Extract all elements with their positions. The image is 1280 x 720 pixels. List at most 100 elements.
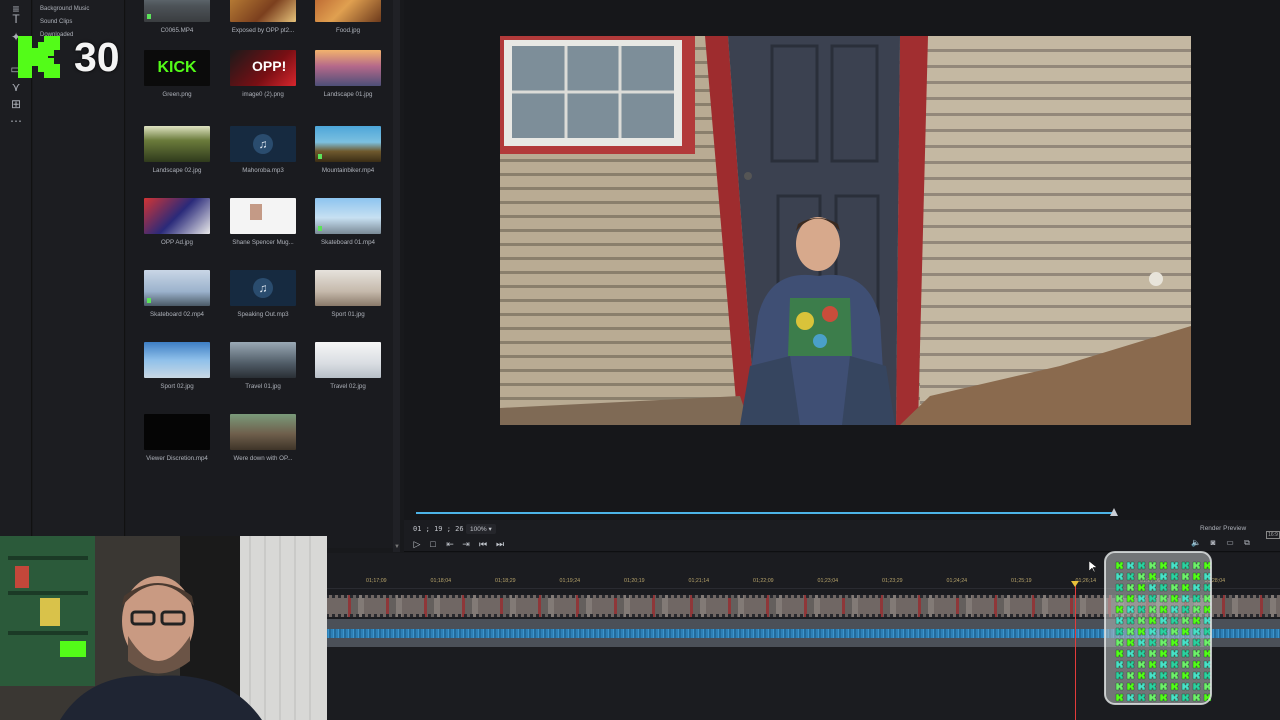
webcam-overlay bbox=[0, 536, 327, 720]
media-item[interactable]: Mountainbiker.mp4 bbox=[315, 126, 381, 174]
media-item-label: Travel 01.jpg bbox=[245, 383, 281, 390]
thumbnail-text: OPP! bbox=[252, 58, 287, 74]
render-preview-button[interactable]: Render Preview bbox=[1200, 525, 1246, 532]
timeline-playhead[interactable] bbox=[1075, 583, 1076, 720]
ruler-tick-label: 01;23;29 bbox=[882, 578, 903, 584]
media-item-label: Speaking Out.mp3 bbox=[237, 311, 289, 318]
media-item-label: Mountainbiker.mp4 bbox=[321, 167, 375, 174]
ruler-tick-label: 01;18;29 bbox=[495, 578, 516, 584]
zoom-select[interactable]: 100% ▾ bbox=[466, 524, 496, 534]
video-badge-icon bbox=[318, 226, 322, 231]
media-item-label: Viewer Discretion.mp4 bbox=[146, 455, 208, 462]
media-item[interactable]: Sport 02.jpg bbox=[144, 342, 210, 390]
media-item[interactable]: C0065.MP4 bbox=[144, 0, 210, 34]
video-badge-icon bbox=[147, 14, 151, 19]
media-item[interactable]: OPP Ad.jpg bbox=[144, 198, 210, 246]
media-item[interactable]: Landscape 02.jpg bbox=[144, 126, 210, 174]
media-item-label: Skateboard 01.mp4 bbox=[320, 239, 375, 246]
media-thumbnail bbox=[144, 0, 210, 22]
media-thumbnail bbox=[315, 342, 381, 378]
kick-count: 30 bbox=[74, 34, 120, 80]
play-button[interactable]: ▷ bbox=[411, 538, 423, 550]
fast-forward-button[interactable]: ⏭ bbox=[494, 538, 506, 550]
media-item[interactable]: Were down with OP... bbox=[230, 414, 296, 462]
playhead-marker-icon[interactable] bbox=[1071, 581, 1079, 587]
video-badge-icon bbox=[318, 154, 322, 159]
ruler-tick-label: 01;19;24 bbox=[559, 578, 581, 584]
media-item[interactable]: Skateboard 02.mp4 bbox=[144, 270, 210, 318]
next-frame-button[interactable]: ⇥ bbox=[460, 538, 472, 550]
media-thumbnail bbox=[144, 414, 210, 450]
ruler-tick-label: 01;20;19 bbox=[624, 578, 645, 584]
kick-jar-overlay bbox=[1104, 551, 1212, 705]
seek-handle[interactable] bbox=[1110, 508, 1118, 516]
transition-room-icon[interactable]: ⋎ bbox=[9, 80, 23, 94]
media-thumbnail bbox=[315, 0, 381, 22]
step-back-button[interactable]: ⏮ bbox=[477, 538, 489, 550]
media-item-label: Landscape 01.jpg bbox=[323, 91, 373, 98]
chevron-down-icon: ▾ bbox=[488, 526, 492, 533]
media-item[interactable]: Skateboard 01.mp4 bbox=[315, 198, 381, 246]
media-item[interactable]: ♫ Mahoroba.mp3 bbox=[230, 126, 296, 174]
media-item-label: Green.png bbox=[162, 91, 192, 98]
media-thumbnail bbox=[315, 270, 381, 306]
media-item[interactable]: Shane Spencer Mug... bbox=[230, 198, 296, 246]
media-item[interactable]: Viewer Discretion.mp4 bbox=[144, 414, 210, 462]
media-thumbnail: KICK bbox=[144, 50, 210, 86]
media-thumbnail bbox=[144, 126, 210, 162]
volume-icon[interactable]: 🔈 bbox=[1190, 538, 1202, 548]
media-thumbnail: ♫ bbox=[230, 270, 296, 306]
undock-icon[interactable]: ⧉ bbox=[1241, 538, 1253, 548]
media-thumbnail bbox=[315, 126, 381, 162]
previous-frame-button[interactable]: ⇤ bbox=[444, 538, 456, 550]
media-item-label: image0 (2).png bbox=[242, 91, 284, 98]
media-thumbnail bbox=[315, 198, 381, 234]
media-thumbnail bbox=[315, 50, 381, 86]
ruler-tick-label: 01;21;14 bbox=[688, 578, 710, 584]
mouse-cursor-icon bbox=[1089, 561, 1097, 573]
kick-logo-icon bbox=[18, 36, 60, 78]
ruler-tick-label: 01;18;04 bbox=[430, 578, 452, 584]
scroll-down-icon[interactable]: ▼ bbox=[394, 544, 400, 550]
preview-video-frame[interactable] bbox=[500, 36, 1191, 425]
media-thumbnail bbox=[230, 342, 296, 378]
display-icon[interactable]: ▭ bbox=[1224, 538, 1236, 548]
plugin-room-icon[interactable]: ⊞ bbox=[9, 97, 23, 111]
stop-button[interactable]: □ bbox=[427, 538, 439, 550]
category-sound-clips[interactable]: Sound Clips bbox=[40, 19, 72, 25]
video-editor-window: ≡ T ✦ ▭ ⋎ ⊞ ⋯ Background Music Sound Cli… bbox=[0, 0, 1280, 720]
media-item[interactable]: Food.jpg bbox=[315, 0, 381, 34]
media-scrollbar[interactable]: ▼ bbox=[393, 0, 400, 552]
webcam-image bbox=[0, 536, 327, 720]
media-item-label: Shane Spencer Mug... bbox=[232, 239, 294, 246]
title-room-icon[interactable]: T bbox=[9, 12, 23, 26]
media-item[interactable]: ♫ Speaking Out.mp3 bbox=[230, 270, 296, 318]
media-thumbnail bbox=[230, 198, 296, 234]
ruler-tick-label: 01;23;04 bbox=[817, 578, 839, 584]
snapshot-icon[interactable]: ◙ bbox=[1207, 538, 1219, 548]
media-item-label: Mahoroba.mp3 bbox=[242, 167, 284, 174]
ruler-tick-label: 01;25;19 bbox=[1011, 578, 1032, 584]
media-item[interactable]: Exposed by OPP pt2... bbox=[230, 0, 296, 34]
media-thumbnail bbox=[144, 342, 210, 378]
media-thumbnail: OPP! bbox=[230, 50, 296, 86]
media-thumbnail bbox=[230, 0, 296, 22]
media-thumbnail: ♫ bbox=[230, 126, 296, 162]
preview-seek-bar[interactable] bbox=[416, 512, 1114, 514]
aspect-ratio-button[interactable]: 16:9 bbox=[1266, 531, 1280, 539]
media-item-label: Exposed by OPP pt2... bbox=[231, 27, 295, 34]
media-thumbnail bbox=[144, 270, 210, 306]
media-item[interactable]: Travel 01.jpg bbox=[230, 342, 296, 390]
media-thumbnail bbox=[230, 414, 296, 450]
media-item[interactable]: KICK Green.png bbox=[144, 50, 210, 98]
more-icon[interactable]: ⋯ bbox=[9, 114, 23, 128]
media-item[interactable]: Sport 01.jpg bbox=[315, 270, 381, 318]
media-thumbnail bbox=[144, 198, 210, 234]
media-item-label: OPP Ad.jpg bbox=[161, 239, 193, 246]
media-item[interactable]: OPP! image0 (2).png bbox=[230, 50, 296, 98]
media-item-label: Travel 02.jpg bbox=[330, 383, 366, 390]
preview-panel bbox=[404, 0, 1280, 520]
category-background-music[interactable]: Background Music bbox=[40, 6, 89, 12]
media-item[interactable]: Travel 02.jpg bbox=[315, 342, 381, 390]
media-item[interactable]: Landscape 01.jpg bbox=[315, 50, 381, 98]
